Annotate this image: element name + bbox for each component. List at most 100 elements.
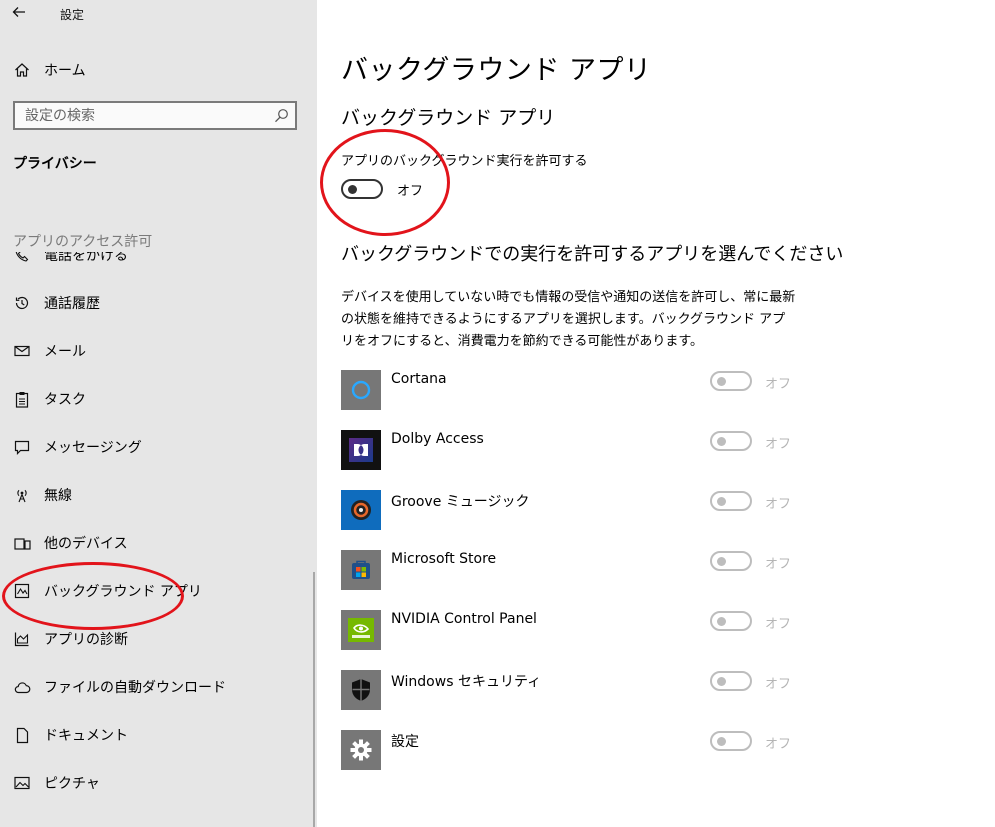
app-name: Groove ミュージック bbox=[391, 494, 530, 510]
choose-apps-heading: バックグラウンドでの実行を許可するアプリを選んでください bbox=[341, 244, 844, 265]
toggle-knob bbox=[717, 617, 726, 626]
sidebar-item-auto-file-downloads[interactable]: ファイルの自動ダウンロード bbox=[0, 663, 317, 711]
sidebar-item-background-apps[interactable]: バックグラウンド アプリ bbox=[0, 567, 317, 615]
sidebar-item-messaging[interactable]: メッセージング bbox=[0, 423, 317, 471]
clipboard-icon bbox=[13, 390, 31, 408]
app-state: オフ bbox=[765, 437, 792, 452]
nav-list: 電話をかける 通話履歴 メール タスク メッセージング 無線 他のデバイス バッ… bbox=[0, 252, 317, 807]
sidebar-item-tasks[interactable]: タスク bbox=[0, 375, 317, 423]
app-name: 設定 bbox=[391, 734, 419, 750]
dolby-icon bbox=[341, 430, 381, 470]
app-name: Dolby Access bbox=[391, 431, 484, 447]
search-icon[interactable] bbox=[274, 108, 289, 123]
antenna-icon bbox=[13, 486, 31, 504]
page-title: バックグラウンド アプリ bbox=[341, 55, 652, 86]
diagnostics-icon bbox=[13, 630, 31, 648]
sidebar-scrollbar[interactable] bbox=[313, 572, 315, 827]
store-icon bbox=[341, 550, 381, 590]
content-pane: バックグラウンド アプリ バックグラウンド アプリ アプリのバックグラウンド実行… bbox=[317, 0, 995, 827]
toggle-knob bbox=[717, 557, 726, 566]
app-toggle[interactable] bbox=[710, 491, 752, 511]
app-row-settings: 設定 オフ bbox=[341, 730, 801, 770]
sidebar-item-label: タスク bbox=[44, 392, 86, 408]
sidebar-item-label: アプリの診断 bbox=[44, 632, 128, 648]
app-row-cortana: Cortana オフ bbox=[341, 370, 801, 410]
sidebar-item-label: バックグラウンド アプリ bbox=[44, 584, 202, 600]
background-apps-icon bbox=[13, 582, 31, 600]
toggle-knob bbox=[717, 737, 726, 746]
sidebar-item-email[interactable]: メール bbox=[0, 327, 317, 375]
title-bar: 設定 bbox=[0, 0, 317, 28]
app-state: オフ bbox=[765, 617, 792, 632]
gear-icon bbox=[341, 730, 381, 770]
sidebar-item-label: 他のデバイス bbox=[44, 536, 128, 552]
app-state: オフ bbox=[765, 377, 792, 392]
back-arrow-icon bbox=[12, 7, 25, 17]
toggle-knob bbox=[348, 185, 357, 194]
app-name: Windows セキュリティ bbox=[391, 674, 542, 690]
sidebar-item-phone-calls[interactable]: 電話をかける bbox=[0, 252, 317, 279]
sidebar-item-label: メール bbox=[44, 344, 86, 360]
window-title: 設定 bbox=[60, 8, 85, 22]
app-toggle[interactable] bbox=[710, 611, 752, 631]
sidebar-item-label: ファイルの自動ダウンロード bbox=[44, 680, 226, 696]
master-toggle-state: オフ bbox=[397, 184, 424, 199]
search-input[interactable] bbox=[15, 103, 275, 128]
sidebar-item-label: 電話をかける bbox=[44, 252, 128, 264]
toggle-knob bbox=[717, 377, 726, 386]
sidebar-item-app-diagnostics[interactable]: アプリの診断 bbox=[0, 615, 317, 663]
home-label: ホーム bbox=[44, 63, 86, 79]
sidebar-item-label: 通話履歴 bbox=[44, 296, 100, 312]
app-row-microsoft-store: Microsoft Store オフ bbox=[341, 550, 801, 590]
nav-scroll-area: 電話をかける 通話履歴 メール タスク メッセージング 無線 他のデバイス バッ… bbox=[0, 252, 317, 827]
app-row-groove-music: Groove ミュージック オフ bbox=[341, 490, 801, 530]
toggle-knob bbox=[717, 437, 726, 446]
home-link[interactable]: ホーム bbox=[13, 59, 86, 81]
cloud-icon bbox=[13, 678, 31, 696]
toggle-knob bbox=[717, 497, 726, 506]
app-state: オフ bbox=[765, 737, 792, 752]
app-name: Microsoft Store bbox=[391, 551, 497, 567]
app-toggle[interactable] bbox=[710, 551, 752, 571]
shield-icon bbox=[341, 670, 381, 710]
sidebar-item-label: ドキュメント bbox=[44, 728, 128, 744]
sidebar: 設定 ホーム プライバシー アプリのアクセス許可 電話をかける bbox=[0, 0, 317, 827]
app-row-dolby-access: Dolby Access オフ bbox=[341, 430, 801, 470]
section-heading: バックグラウンド アプリ bbox=[341, 107, 556, 129]
app-toggle[interactable] bbox=[710, 731, 752, 751]
app-state: オフ bbox=[765, 677, 792, 692]
master-toggle-label: アプリのバックグラウンド実行を許可する bbox=[341, 154, 588, 169]
sidebar-item-pictures[interactable]: ピクチャ bbox=[0, 759, 317, 807]
app-toggle[interactable] bbox=[710, 431, 752, 451]
toggle-knob bbox=[717, 677, 726, 686]
mail-icon bbox=[13, 342, 31, 360]
sidebar-item-documents[interactable]: ドキュメント bbox=[0, 711, 317, 759]
app-name: NVIDIA Control Panel bbox=[391, 611, 537, 627]
app-state: オフ bbox=[765, 497, 792, 512]
app-permissions-label: アプリのアクセス許可 bbox=[13, 234, 153, 250]
app-row-nvidia-control-panel: NVIDIA Control Panel オフ bbox=[341, 610, 801, 650]
history-icon bbox=[13, 294, 31, 312]
sidebar-item-radios[interactable]: 無線 bbox=[0, 471, 317, 519]
back-button[interactable] bbox=[12, 4, 26, 22]
app-state: オフ bbox=[765, 557, 792, 572]
app-toggle[interactable] bbox=[710, 371, 752, 391]
nvidia-icon bbox=[341, 610, 381, 650]
search-box[interactable] bbox=[13, 101, 297, 130]
chat-icon bbox=[13, 438, 31, 456]
sidebar-item-label: ピクチャ bbox=[44, 776, 100, 792]
sidebar-item-call-history[interactable]: 通話履歴 bbox=[0, 279, 317, 327]
app-toggle[interactable] bbox=[710, 671, 752, 691]
sidebar-item-other-devices[interactable]: 他のデバイス bbox=[0, 519, 317, 567]
background-apps-toggle[interactable] bbox=[341, 179, 383, 199]
devices-icon bbox=[13, 534, 31, 552]
privacy-heading: プライバシー bbox=[13, 156, 97, 172]
picture-icon bbox=[13, 774, 31, 792]
document-icon bbox=[13, 726, 31, 744]
description-text: デバイスを使用していない時でも情報の受信や通知の送信を許可し、常に最新の状態を維… bbox=[341, 290, 796, 349]
sidebar-item-label: メッセージング bbox=[44, 440, 142, 456]
home-icon bbox=[13, 61, 31, 79]
app-row-windows-security: Windows セキュリティ オフ bbox=[341, 670, 801, 710]
groove-music-icon bbox=[341, 490, 381, 530]
phone-icon bbox=[13, 252, 31, 264]
